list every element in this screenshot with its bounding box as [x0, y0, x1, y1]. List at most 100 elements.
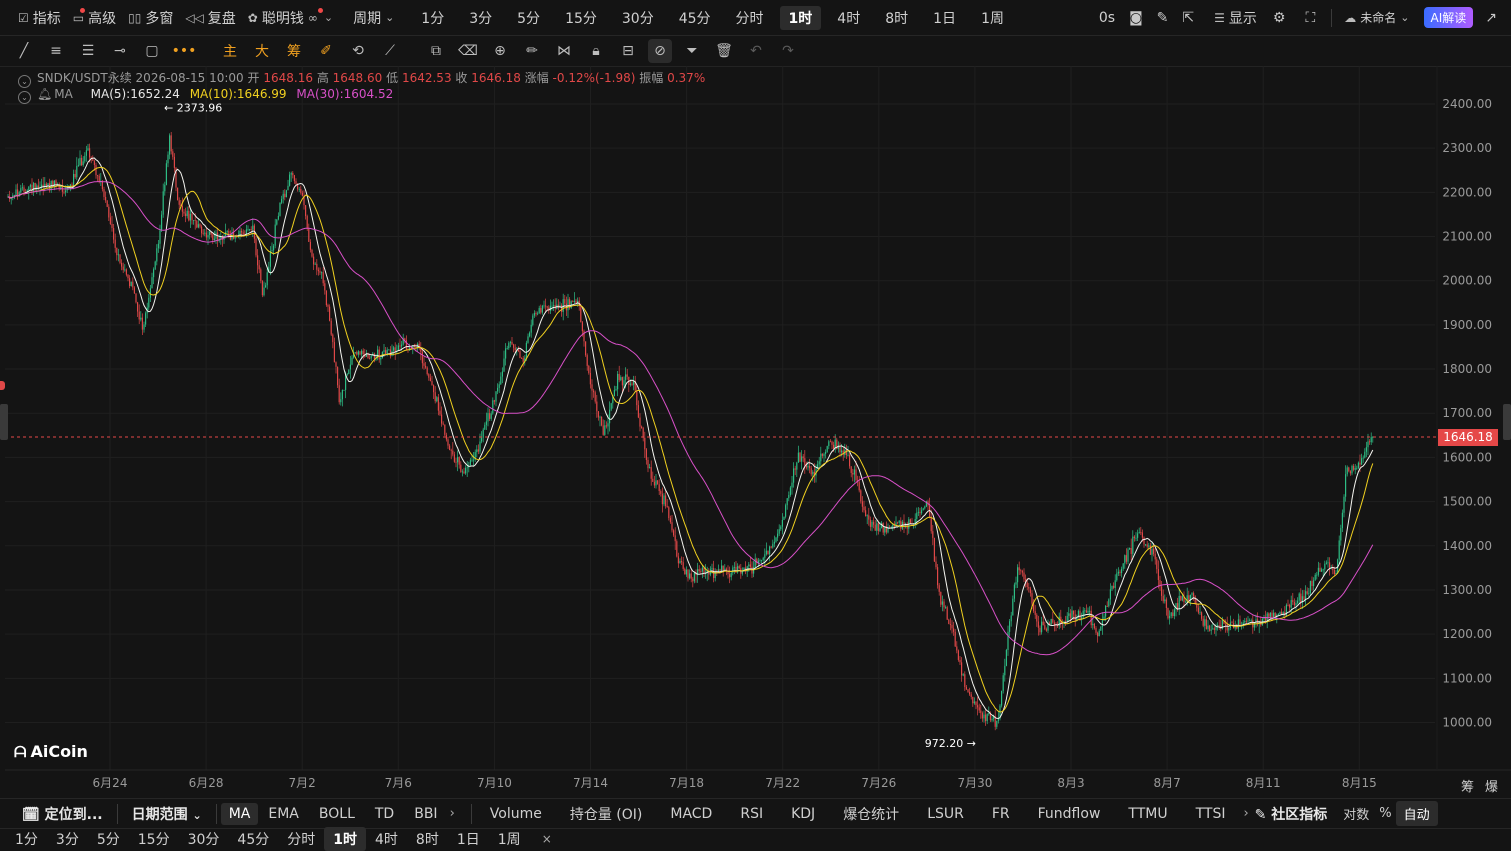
period-tab-7[interactable]: 1时: [779, 5, 822, 30]
magnet-icon[interactable]: ⊘: [648, 38, 672, 63]
more-tools-icon[interactable]: •••: [168, 35, 200, 66]
main-chart-icon[interactable]: 主: [214, 35, 246, 66]
collapse-icon[interactable]: ⌄: [18, 91, 31, 104]
large-icon[interactable]: 大: [246, 35, 278, 66]
lock-icon[interactable]: 🔒︎: [580, 35, 612, 66]
bottom-period-tab-10[interactable]: 1日: [448, 829, 489, 849]
period-tab-6[interactable]: 分时: [727, 6, 773, 30]
share-icon[interactable]: ⇱: [1182, 10, 1194, 26]
copy-icon[interactable]: ⧉: [420, 35, 452, 66]
multi-window-button[interactable]: ▯▯ 多窗: [122, 0, 179, 35]
camera-icon[interactable]: ◙: [1129, 10, 1143, 26]
template-icon[interactable]: ⊟: [612, 35, 644, 66]
period-tab-11[interactable]: 1周: [972, 6, 1013, 30]
left-collapse-handle[interactable]: [0, 404, 8, 440]
liquidation-label[interactable]: 爆: [1485, 776, 1498, 795]
chevron-right-icon[interactable]: ›: [1243, 806, 1248, 821]
sub-indicator-4[interactable]: KDJ: [777, 806, 829, 822]
main-indicator-bbi[interactable]: BBI: [404, 806, 447, 822]
bell-icon[interactable]: 🔔︎: [37, 87, 52, 101]
sub-indicator-10[interactable]: TTSI: [1182, 806, 1240, 822]
main-indicator-td[interactable]: TD: [365, 806, 404, 822]
sub-indicator-0[interactable]: Volume: [476, 806, 556, 822]
sub-indicator-2[interactable]: MACD: [656, 806, 726, 822]
sub-indicator-9[interactable]: TTMU: [1114, 806, 1181, 822]
bottom-period-tab-8[interactable]: 4时: [366, 829, 407, 849]
bottom-period-tab-9[interactable]: 8时: [407, 829, 448, 849]
bottom-period-tab-11[interactable]: 1周: [489, 829, 530, 849]
chevron-right-icon[interactable]: ›: [450, 806, 455, 821]
locate-button[interactable]: 🗓︎ 定位到...: [12, 804, 113, 824]
replay-icon: ◁◁: [185, 10, 204, 25]
period-tab-10[interactable]: 1日: [924, 6, 965, 30]
ai-analysis-button[interactable]: AI解读: [1423, 7, 1474, 28]
period-tab-9[interactable]: 8时: [876, 6, 917, 30]
undo-icon[interactable]: ↶: [740, 35, 772, 66]
fullscreen-icon[interactable]: ⛶: [1305, 10, 1315, 26]
candle-body: [436, 397, 438, 402]
main-indicator-boll[interactable]: BOLL: [309, 806, 365, 822]
candlestick-chart[interactable]: 2400.00 2300.00 2200.00 2100.00 2000.00 1900.…: [0, 66, 1511, 798]
period-tab-1[interactable]: 3分: [460, 6, 501, 30]
right-collapse-handle[interactable]: [1503, 404, 1511, 440]
sub-indicator-6[interactable]: LSUR: [913, 806, 978, 822]
period-tab-8[interactable]: 4时: [828, 6, 869, 30]
auto-scale-toggle[interactable]: 自动: [1395, 801, 1438, 826]
main-indicator-ema[interactable]: EMA: [258, 806, 309, 822]
date-range-button[interactable]: 日期范围 ⌄: [122, 804, 212, 824]
bottom-period-tab-2[interactable]: 5分: [88, 829, 129, 849]
percent-scale-toggle[interactable]: %: [1375, 806, 1395, 821]
sub-indicator-8[interactable]: Fundflow: [1024, 806, 1115, 822]
pencil-icon[interactable]: ✎: [1157, 10, 1169, 26]
magic-icon[interactable]: ✐: [310, 35, 342, 66]
pattern-icon[interactable]: ⋈: [548, 35, 580, 66]
zoom-in-icon[interactable]: ⊕: [484, 35, 516, 66]
period-tab-2[interactable]: 5分: [508, 6, 549, 30]
brush-icon[interactable]: ✏: [516, 35, 548, 66]
period-tab-0[interactable]: 1分: [412, 6, 453, 30]
settings-icon[interactable]: ⚙: [1273, 10, 1286, 26]
external-link-icon[interactable]: ↗: [1485, 10, 1497, 26]
chart-area[interactable]: 2400.00 2300.00 2200.00 2100.00 2000.00 1900.…: [0, 66, 1511, 798]
bottom-period-tab-6[interactable]: 分时: [278, 829, 324, 849]
period-tab-4[interactable]: 30分: [613, 6, 663, 30]
log-scale-toggle[interactable]: 对数: [1337, 804, 1375, 823]
horizontal-ray-icon[interactable]: ⊸: [104, 35, 136, 66]
trash-icon[interactable]: 🗑︎: [708, 35, 740, 66]
main-indicator-ma[interactable]: MA: [220, 802, 259, 825]
chips-label[interactable]: 筹: [1461, 776, 1474, 795]
sub-indicator-5[interactable]: 爆仓统计: [829, 804, 913, 824]
period-tab-5[interactable]: 45分: [670, 6, 720, 30]
indicator-button[interactable]: ☑ 指标: [12, 0, 85, 35]
advanced-button[interactable]: ▭ 高级: [67, 0, 122, 35]
rectangle-icon[interactable]: ▢: [136, 35, 168, 66]
bottom-period-tab-7[interactable]: 1时: [324, 827, 366, 851]
bottom-period-tab-5[interactable]: 45分: [228, 829, 278, 849]
sub-indicator-3[interactable]: RSI: [726, 806, 777, 822]
sync-icon[interactable]: ⟲: [342, 35, 374, 66]
trendline-icon[interactable]: ╱: [8, 35, 40, 66]
bottom-period-tab-4[interactable]: 30分: [179, 829, 229, 849]
close-icon[interactable]: ×: [542, 832, 552, 846]
chevron-down-icon[interactable]: ⌄: [324, 11, 333, 24]
bottom-period-tab-3[interactable]: 15分: [129, 829, 179, 849]
sub-indicator-7[interactable]: FR: [978, 806, 1024, 822]
sub-indicator-1[interactable]: 持仓量 (OI): [556, 804, 657, 824]
chips-icon[interactable]: 筹: [278, 35, 310, 66]
smart-money-button[interactable]: ✿ 聪明钱 ∞: [242, 0, 324, 35]
candle-body: [1087, 610, 1089, 613]
community-indicators-button[interactable]: ✎ 社区指标: [1253, 804, 1338, 824]
horizontal-lines-icon[interactable]: ☰: [72, 35, 104, 66]
eraser-icon[interactable]: ⌫: [452, 35, 484, 66]
layout-selector[interactable]: ☁ 未命名 ⌄: [1338, 0, 1415, 35]
filter-icon[interactable]: ⏷: [676, 35, 708, 66]
replay-button[interactable]: ◁◁ 复盘: [179, 0, 241, 35]
parallel-lines-icon[interactable]: ≡: [40, 35, 72, 66]
measure-icon[interactable]: ⟋: [374, 35, 406, 66]
redo-icon[interactable]: ↷: [772, 35, 804, 66]
period-selector[interactable]: 周期 ⌄: [347, 0, 400, 35]
bottom-period-tab-1[interactable]: 3分: [47, 829, 88, 849]
bottom-period-tab-0[interactable]: 1分: [6, 829, 47, 849]
display-button[interactable]: ☰ 显示: [1208, 0, 1263, 35]
period-tab-3[interactable]: 15分: [556, 6, 606, 30]
